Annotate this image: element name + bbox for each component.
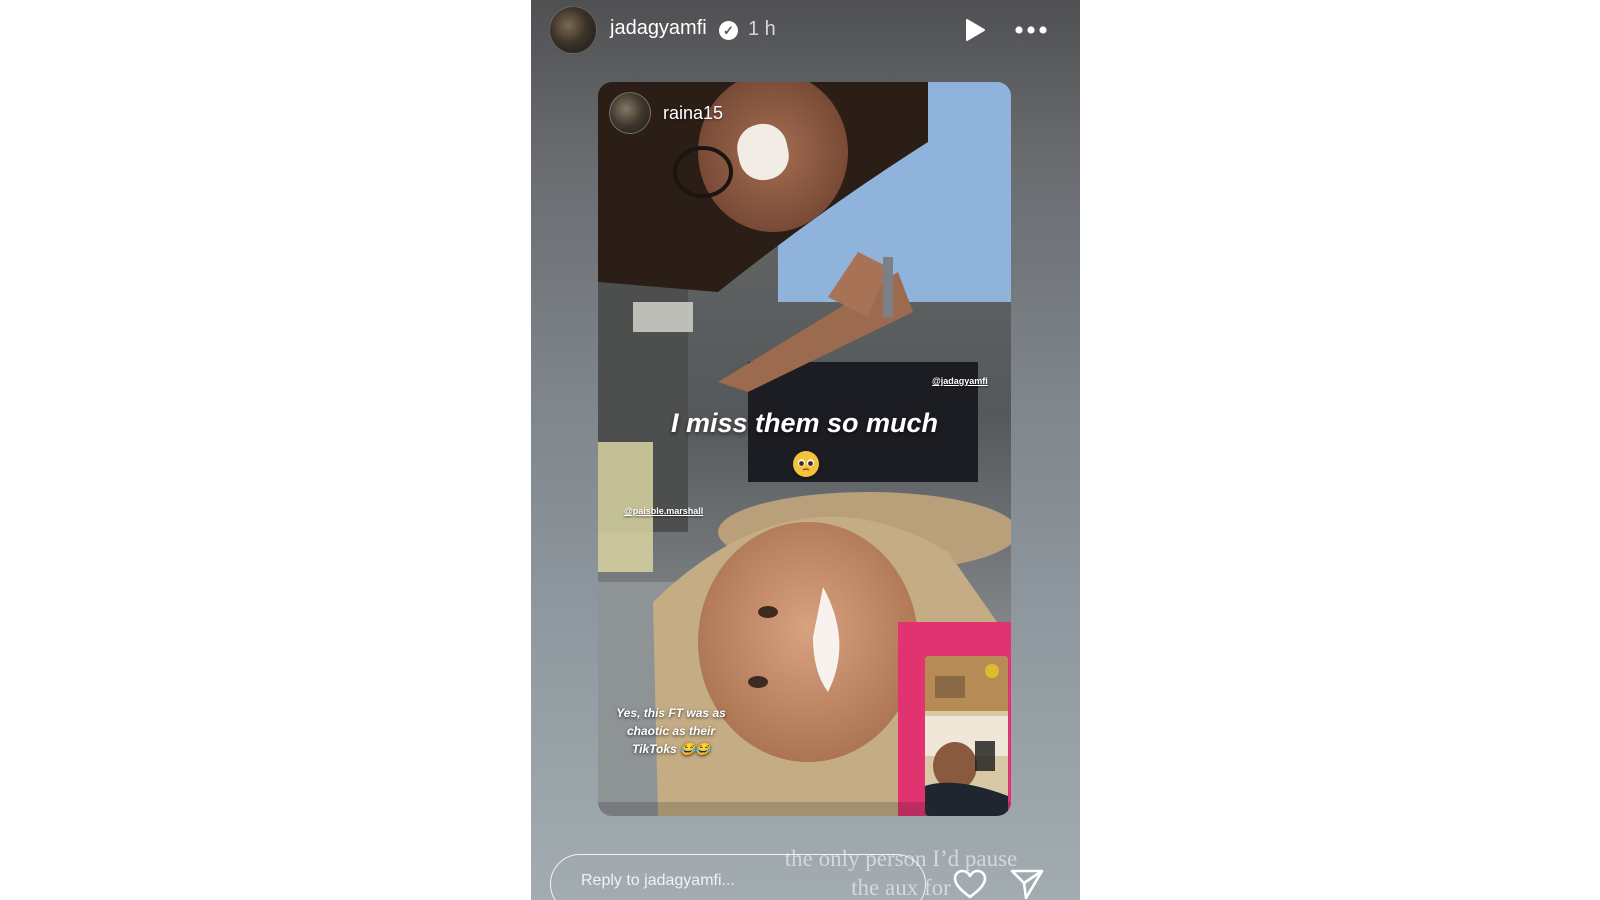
mention-tag[interactable]: @jadagyamfi	[932, 376, 988, 386]
more-options-icon[interactable]	[1013, 18, 1049, 42]
story-overlay-text: the only person I’d pause the aux for	[784, 846, 1018, 900]
story-caption: I miss them so much	[670, 408, 939, 438]
story-timestamp: 1 h	[748, 18, 776, 40]
verified-badge-icon: ✓	[719, 21, 738, 40]
pleading-face-emoji	[793, 451, 819, 477]
sticker-caption: Yes, this FT was as chaotic as their Tik…	[616, 706, 726, 756]
story-username[interactable]: jadagyamfi	[610, 17, 707, 40]
mention-tag[interactable]: @paisble.marshall	[624, 506, 703, 516]
shared-username[interactable]: raina15	[663, 103, 723, 124]
play-icon[interactable]	[963, 18, 987, 42]
shared-user-avatar[interactable]	[609, 92, 651, 134]
profile-avatar[interactable]	[549, 6, 597, 54]
story-header: jadagyamfi ✓ 1 h	[531, 0, 1080, 62]
send-icon[interactable]	[1009, 868, 1045, 900]
story-viewer: jadagyamfi ✓ 1 h raina15 @jadagyamfi @pa…	[531, 0, 1080, 900]
heart-icon[interactable]	[952, 868, 988, 900]
facetime-thumbnail	[925, 656, 1008, 816]
shared-story-card[interactable]: raina15 @jadagyamfi @paisble.marshall I …	[598, 82, 1011, 816]
